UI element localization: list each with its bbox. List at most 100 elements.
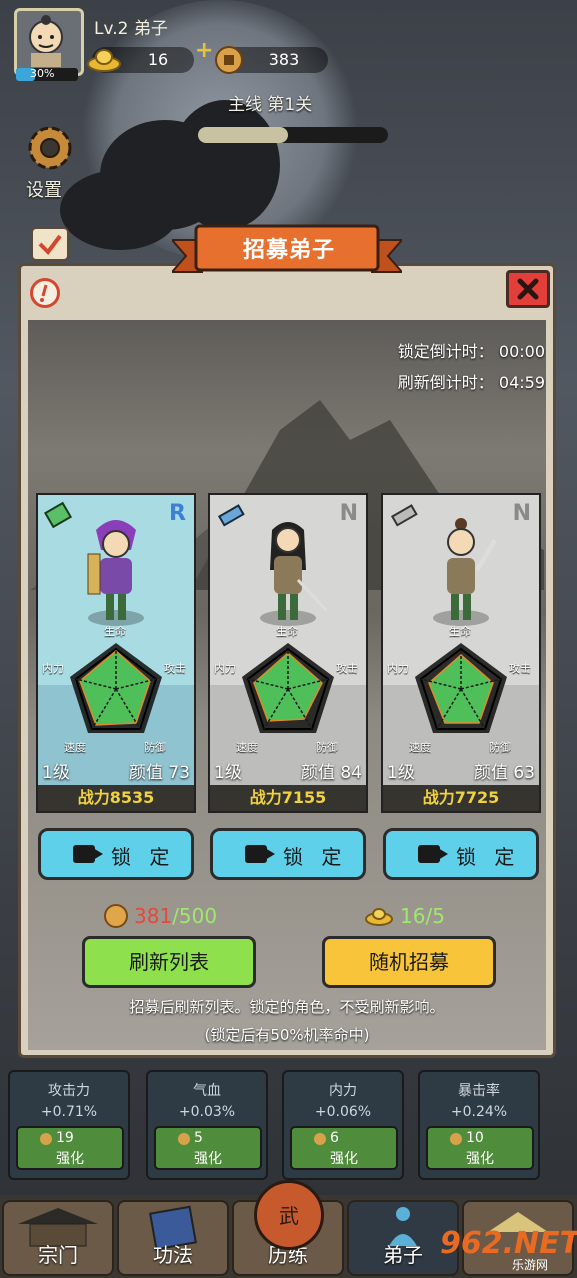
copper-coin-icon bbox=[104, 904, 128, 928]
radar-label-inner: 内力 bbox=[387, 662, 409, 675]
radar-label-defense: 防御 bbox=[316, 741, 338, 754]
exclamation-icon bbox=[40, 284, 48, 302]
radar-label-attack: 攻击 bbox=[509, 662, 531, 675]
stat-name: 气血 bbox=[193, 1083, 221, 1099]
lock-label: 锁 定 bbox=[283, 845, 348, 869]
upgrade-label: 强化 bbox=[466, 1151, 494, 1167]
radar-label-defense: 防御 bbox=[144, 741, 166, 754]
refresh-cost-current: 381 bbox=[134, 904, 173, 928]
gold-ingot-icon bbox=[365, 908, 393, 926]
radar-label-hp: 生命 bbox=[449, 625, 471, 638]
stat-percent: +0.71% bbox=[40, 1104, 98, 1120]
stage-progress-fill bbox=[198, 127, 288, 143]
card-level: 1级 bbox=[42, 763, 70, 783]
info-icon[interactable] bbox=[30, 278, 60, 308]
refresh-cost: 381/500 bbox=[134, 904, 217, 928]
card-beauty: 颜值 73 bbox=[128, 763, 190, 783]
radar-label-hp: 生命 bbox=[104, 625, 126, 638]
stat-radar-chart bbox=[70, 643, 162, 733]
upgrade-label: 强化 bbox=[194, 1151, 222, 1167]
radar-label-inner: 内力 bbox=[42, 662, 64, 675]
lock-button-1[interactable]: 锁 定 bbox=[38, 828, 194, 880]
player-avatar[interactable] bbox=[14, 8, 84, 76]
stat-radar-chart bbox=[242, 643, 334, 733]
watermark-sub: 乐游网 bbox=[512, 1258, 549, 1272]
stat-percent: +0.06% bbox=[314, 1104, 372, 1120]
copper-coin-icon bbox=[450, 1133, 462, 1145]
card-power: 战力7155 bbox=[210, 785, 366, 811]
stat-name: 内力 bbox=[329, 1083, 357, 1099]
stat-panel-crit: 暴击率 +0.24% 10 强化 bbox=[418, 1070, 540, 1180]
blade-type-icon bbox=[390, 504, 418, 527]
disciple-card[interactable]: N 生命 内力 攻击 速度 防御 1级 颜值 84 战力7155 bbox=[208, 493, 368, 813]
gold-value: 16 bbox=[147, 50, 169, 69]
video-camera-icon bbox=[245, 845, 275, 863]
lock-chance-note: (锁定后有50%机率命中) bbox=[204, 1026, 370, 1044]
watermark-brand: 962.NET bbox=[440, 1226, 577, 1261]
disciple-card[interactable]: R 生命 内力 攻击 速度 防御 1级 颜值 73 战力8535 bbox=[36, 493, 196, 813]
drum-character: 武 bbox=[279, 1204, 299, 1228]
lock-countdown: 锁定倒计时： 00:00 bbox=[397, 342, 545, 361]
radar-label-speed: 速度 bbox=[236, 741, 258, 754]
radar-label-speed: 速度 bbox=[409, 741, 431, 754]
radar-label-inner: 内力 bbox=[214, 662, 236, 675]
lock-button-2[interactable]: 锁 定 bbox=[210, 828, 366, 880]
gold-ingot-icon bbox=[87, 49, 121, 72]
upgrade-button[interactable]: 5 强化 bbox=[154, 1126, 262, 1170]
recruit-cost: 16/5 bbox=[400, 904, 445, 928]
card-power: 战力7725 bbox=[383, 785, 539, 811]
nav-tab-label: 功法 bbox=[153, 1243, 193, 1267]
coin-value: 383 bbox=[268, 50, 300, 69]
card-grade: N bbox=[512, 501, 531, 526]
recruit-note: 招募后刷新列表。锁定的角色，不受刷新影响。 bbox=[129, 998, 445, 1016]
stat-percent: +0.24% bbox=[450, 1104, 508, 1120]
disciple-figure-icon bbox=[87, 520, 136, 620]
upgrade-cost: 10 bbox=[466, 1130, 484, 1146]
upgrade-cost: 5 bbox=[194, 1130, 203, 1146]
settings-label[interactable]: 设置 bbox=[26, 176, 62, 202]
disciple-card[interactable]: N 生命 内力 攻击 速度 防御 1级 颜值 63 战力7725 bbox=[381, 493, 541, 813]
card-power: 战力8535 bbox=[38, 785, 194, 811]
random-recruit-button[interactable]: 随机招募 bbox=[322, 936, 496, 988]
refresh-countdown: 刷新倒计时： 04:59 bbox=[397, 373, 545, 392]
copper-coin-icon bbox=[178, 1133, 190, 1145]
copper-coin-icon bbox=[215, 46, 243, 74]
upgrade-button[interactable]: 10 强化 bbox=[426, 1126, 534, 1170]
card-level: 1级 bbox=[214, 763, 242, 783]
upgrade-label: 强化 bbox=[330, 1151, 358, 1167]
stat-panel-hp: 气血 +0.03% 5 强化 bbox=[146, 1070, 268, 1180]
stat-percent: +0.03% bbox=[178, 1104, 236, 1120]
video-camera-icon bbox=[418, 845, 448, 863]
refresh-list-button[interactable]: 刷新列表 bbox=[82, 936, 256, 988]
upgrade-button[interactable]: 19 强化 bbox=[16, 1126, 124, 1170]
stat-radar-chart bbox=[415, 643, 507, 733]
close-icon bbox=[517, 278, 539, 300]
scroll-icon[interactable] bbox=[24, 222, 76, 266]
card-beauty: 颜值 84 bbox=[300, 763, 362, 783]
nav-tab-sect[interactable]: 宗门 bbox=[2, 1200, 114, 1276]
disciple-figure-icon bbox=[270, 522, 328, 620]
gear-icon[interactable] bbox=[22, 120, 78, 176]
player-level: Lv.2 弟子 bbox=[94, 19, 168, 39]
radar-label-hp: 生命 bbox=[276, 625, 298, 638]
refresh-cost-total: /500 bbox=[172, 904, 218, 928]
lock-button-3[interactable]: 锁 定 bbox=[383, 828, 539, 880]
smoke-cloud bbox=[60, 170, 180, 250]
card-grade: R bbox=[169, 501, 186, 526]
add-currency-icon[interactable]: + bbox=[195, 38, 213, 63]
nav-tab-skills[interactable]: 功法 bbox=[117, 1200, 229, 1276]
exp-percent: 30% bbox=[30, 67, 55, 80]
close-button[interactable] bbox=[506, 270, 550, 308]
stat-name: 攻击力 bbox=[48, 1083, 90, 1099]
upgrade-button[interactable]: 6 强化 bbox=[290, 1126, 398, 1170]
dialog-title: 招募弟子 bbox=[242, 238, 335, 263]
stat-panel-inner: 内力 +0.06% 6 强化 bbox=[282, 1070, 404, 1180]
scroll-type-icon bbox=[44, 501, 73, 529]
card-grade: N bbox=[339, 501, 358, 526]
stage-label: 主线 第1关 bbox=[228, 95, 313, 115]
disciple-figure-icon bbox=[447, 518, 498, 620]
upgrade-label: 强化 bbox=[56, 1151, 84, 1167]
smoke-cloud bbox=[170, 100, 280, 230]
radar-label-defense: 防御 bbox=[489, 741, 511, 754]
radar-label-speed: 速度 bbox=[64, 741, 86, 754]
